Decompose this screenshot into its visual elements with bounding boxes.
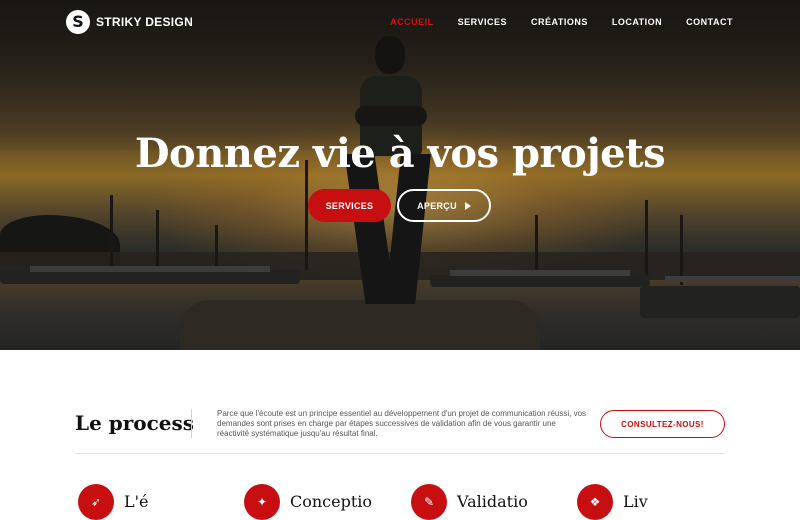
services-button[interactable]: SERVICES xyxy=(308,189,391,222)
process-step: ➶ L'é xyxy=(78,484,149,520)
vertical-divider xyxy=(191,409,192,438)
play-icon xyxy=(464,201,471,210)
brand-name: STRIKY DESIGN xyxy=(96,15,194,29)
horizontal-divider xyxy=(75,453,725,454)
brand-logo[interactable]: S STRIKY DESIGN xyxy=(66,10,193,34)
step-label: Conceptio xyxy=(290,492,373,511)
nav-item-services[interactable]: SERVICES xyxy=(458,17,507,27)
nav-item-location[interactable]: LOCATION xyxy=(612,17,662,27)
rocket-icon: ➶ xyxy=(78,484,114,520)
apercu-label: APERÇU xyxy=(417,200,457,211)
apercu-button[interactable]: APERÇU xyxy=(397,189,491,222)
process-description: Parce que l'écoute est un principe essen… xyxy=(217,409,587,438)
process-title: Le process xyxy=(75,411,195,435)
main-nav: ACCUEIL SERVICES CRÉATIONS LOCATION CONT… xyxy=(390,17,733,27)
nav-item-contact[interactable]: CONTACT xyxy=(686,17,733,27)
hero-title: Donnez vie à vos projets xyxy=(134,130,666,177)
process-step: ✦ Conceptio xyxy=(244,484,372,520)
gift-icon: ❖ xyxy=(577,484,613,520)
step-label: Validatio xyxy=(457,492,528,511)
nav-item-creations[interactable]: CRÉATIONS xyxy=(531,17,588,27)
logo-icon: S xyxy=(66,10,90,34)
step-label: Liv xyxy=(623,492,648,511)
sparkle-icon: ✦ xyxy=(244,484,280,520)
nav-item-accueil[interactable]: ACCUEIL xyxy=(390,17,434,27)
step-label: L'é xyxy=(124,492,149,511)
consultez-nous-button[interactable]: CONSULTEZ-NOUS! xyxy=(600,410,725,438)
pencil-icon: ✎ xyxy=(411,484,447,520)
process-step: ✎ Validatio xyxy=(411,484,528,520)
process-step: ❖ Liv xyxy=(577,484,648,520)
